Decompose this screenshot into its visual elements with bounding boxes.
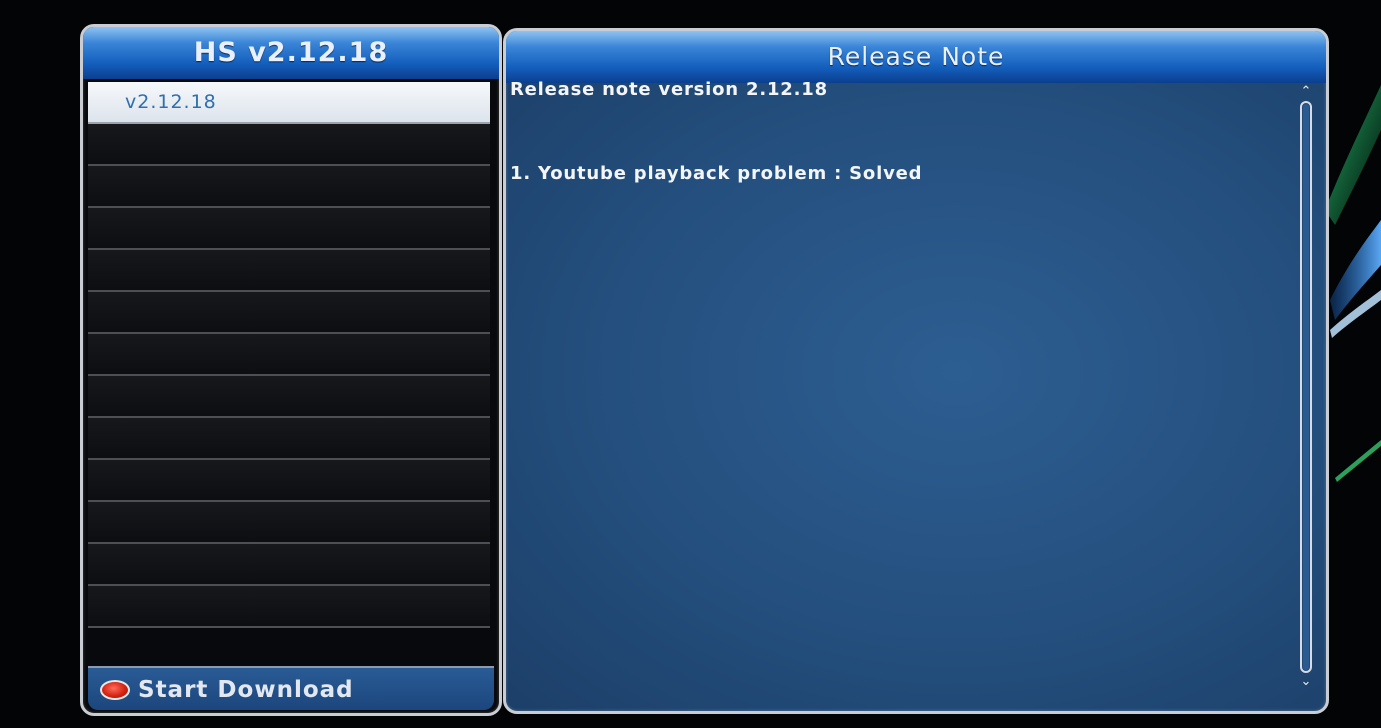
version-list-item[interactable] bbox=[88, 208, 490, 250]
version-list-item[interactable] bbox=[88, 460, 490, 502]
scroll-up-icon[interactable]: ⌃ bbox=[1298, 85, 1314, 99]
version-list-item[interactable] bbox=[88, 292, 490, 334]
start-download-button[interactable]: Start Download bbox=[88, 666, 494, 710]
version-list-item[interactable] bbox=[88, 376, 490, 418]
release-note-content: Release note version 2.12.18 1. Youtube … bbox=[510, 79, 1296, 699]
version-list-panel: HS v2.12.18 v2.12.18 Start Download bbox=[80, 24, 502, 716]
red-button-icon bbox=[100, 680, 130, 700]
version-list-item[interactable] bbox=[88, 124, 490, 166]
scrollbar-thumb[interactable] bbox=[1303, 104, 1309, 670]
release-note-version-line: Release note version 2.12.18 bbox=[510, 79, 828, 100]
version-list-item[interactable] bbox=[88, 502, 490, 544]
version-list-item[interactable] bbox=[88, 250, 490, 292]
release-note-title: Release Note bbox=[506, 31, 1326, 83]
version-list-item[interactable] bbox=[88, 334, 490, 376]
scroll-down-icon[interactable]: ⌄ bbox=[1298, 675, 1314, 689]
release-note-panel: Release Note Release note version 2.12.1… bbox=[503, 28, 1329, 714]
release-note-scrollbar[interactable]: ⌃ ⌄ bbox=[1298, 85, 1314, 689]
scrollbar-track[interactable] bbox=[1300, 101, 1312, 673]
version-list-item[interactable] bbox=[88, 418, 490, 460]
version-list-item-selected[interactable]: v2.12.18 bbox=[88, 82, 490, 124]
start-download-label: Start Download bbox=[138, 677, 354, 703]
version-panel-title: HS v2.12.18 bbox=[83, 27, 499, 79]
version-list-item[interactable] bbox=[88, 586, 490, 628]
release-note-item: 1. Youtube playback problem : Solved bbox=[510, 163, 923, 184]
version-list: v2.12.18 bbox=[88, 82, 490, 664]
version-list-item[interactable] bbox=[88, 544, 490, 586]
version-list-item[interactable] bbox=[88, 166, 490, 208]
